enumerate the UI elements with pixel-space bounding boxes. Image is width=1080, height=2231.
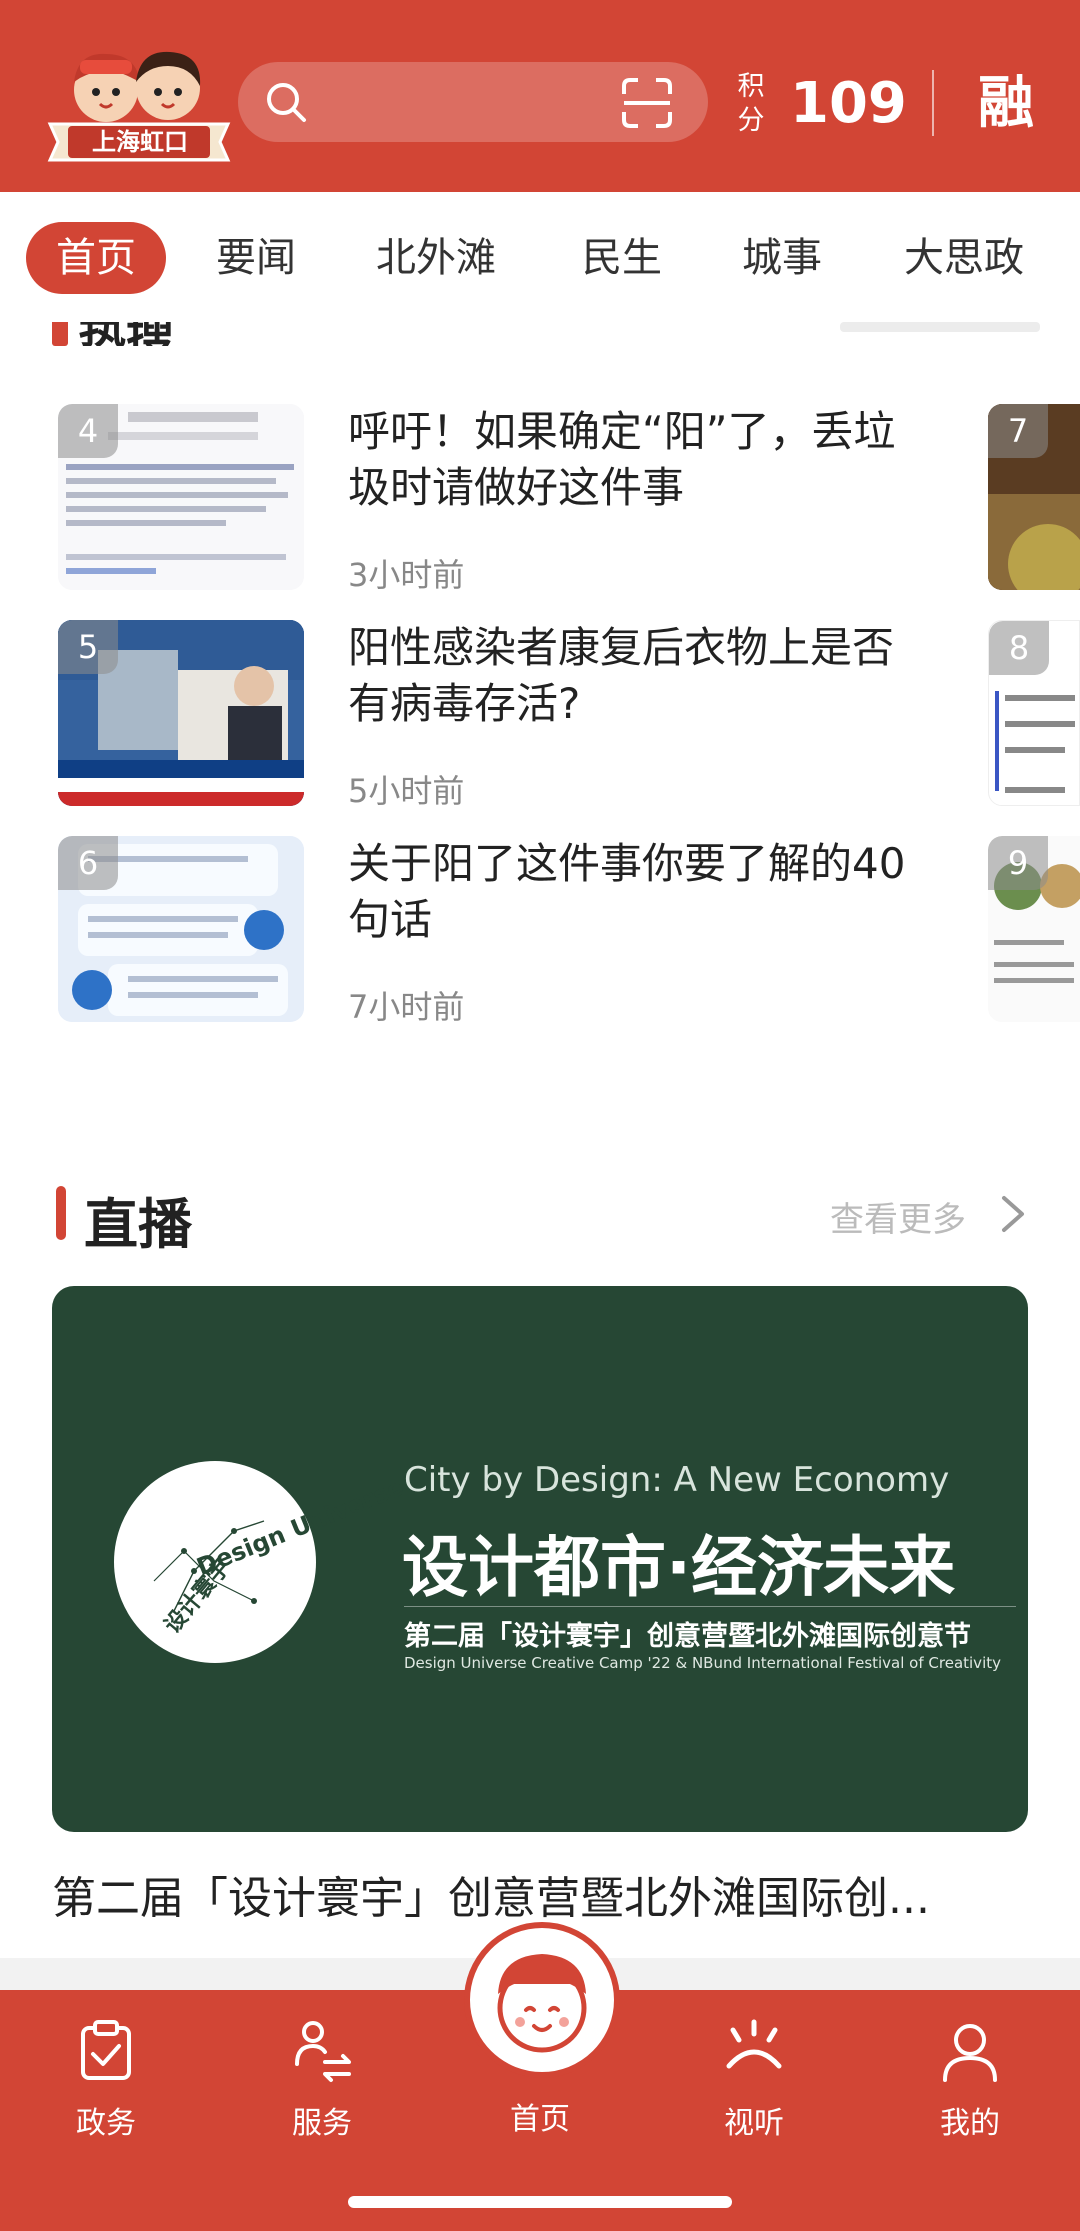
app-header: 上海虹口 积分 109 融	[0, 0, 1080, 192]
card-cn-subtitle: 第二届「设计寰宇」创意营暨北外滩国际创意节	[404, 1621, 971, 1652]
search-icon	[267, 83, 306, 122]
news-title: 关于阳了这件事你要了解的40句话	[348, 839, 906, 944]
card-en-subtitle: Design Universe Creative Camp '22 & NBun…	[404, 1654, 1001, 1672]
channel-tabs: 首页 要闻 北外滩 民生 城事 大思政	[0, 192, 1080, 322]
hot-section-title: 热搜	[78, 322, 174, 346]
live-more-link[interactable]: 查看更多	[830, 1192, 966, 1241]
scan-icon[interactable]	[620, 76, 674, 130]
news-thumbnail: 6	[58, 836, 304, 1022]
mascot-icon	[476, 1934, 608, 2066]
news-time: 5小时前	[348, 772, 465, 810]
hot-more-link[interactable]	[840, 322, 1040, 332]
rong-button[interactable]: 融	[978, 70, 1034, 138]
tab-news[interactable]: 要闻	[216, 222, 296, 294]
home-indicator[interactable]	[348, 2196, 732, 2208]
card-cn-title: 设计都市·经济未来	[402, 1529, 956, 1606]
header-divider	[932, 70, 934, 136]
nav-government[interactable]: 政务	[36, 2018, 176, 2148]
tab-north-bund[interactable]: 北外滩	[376, 222, 496, 294]
side-news-thumbnail[interactable]: 8	[988, 620, 1080, 806]
news-title: 阳性感染者康复后衣物上是否有病毒存活?	[348, 623, 895, 728]
logo-text: 上海虹口	[92, 128, 188, 156]
nav-label: 服务	[292, 2106, 352, 2141]
hongkou-logo[interactable]: 上海虹口	[44, 42, 234, 164]
live-section-title: 直播	[84, 1193, 192, 1256]
rank-badge: 7	[988, 404, 1048, 458]
points-label: 积分	[737, 71, 765, 136]
news-title: 呼吁！如果确定“阳”了，丢垃圾时请做好这件事	[348, 407, 896, 512]
nav-home-button[interactable]	[464, 1922, 620, 2078]
clipboard-check-icon	[81, 2020, 131, 2080]
section-marker	[56, 1186, 66, 1240]
card-divider	[404, 1606, 1016, 1607]
tab-ideology[interactable]: 大思政	[904, 222, 1024, 294]
user-icon	[943, 2024, 997, 2082]
chevron-right-icon[interactable]	[998, 1194, 1028, 1234]
nav-label-home[interactable]: 首页	[490, 2094, 590, 2138]
rank-badge: 4	[58, 404, 118, 458]
nav-label: 我的	[940, 2106, 1000, 2141]
tab-livelihood[interactable]: 民生	[582, 222, 662, 294]
search-bar[interactable]	[238, 62, 708, 142]
side-news-thumbnail[interactable]: 9	[988, 836, 1080, 1022]
nav-audiovisual[interactable]: 视听	[684, 2018, 824, 2148]
news-thumbnail: 5	[58, 620, 304, 806]
news-thumbnail: 4	[58, 404, 304, 590]
news-item[interactable]: 5 阳性感染者康复后衣物上是否有病毒存活? 5小时前	[58, 620, 918, 810]
design-universe-badge: Design Universe 设计寰宇	[114, 1461, 408, 1663]
side-news-thumbnail[interactable]: 7	[988, 404, 1080, 590]
rank-badge: 8	[989, 621, 1049, 675]
news-time: 7小时前	[348, 988, 465, 1026]
nav-label: 视听	[724, 2106, 784, 2141]
broadcast-icon	[726, 2019, 782, 2069]
card-en-title: City by Design: A New Economy	[404, 1460, 950, 1500]
news-time: 3小时前	[348, 556, 465, 594]
tab-city[interactable]: 城事	[742, 222, 822, 294]
section-marker	[52, 322, 68, 346]
rank-badge: 5	[58, 620, 118, 674]
rank-badge: 6	[58, 836, 118, 890]
service-icon	[295, 2021, 351, 2082]
rank-badge: 9	[988, 836, 1048, 890]
news-item[interactable]: 6 关于阳了这件事你要了解的40句话 7小时前	[58, 836, 918, 1026]
news-item[interactable]: 4 呼吁！如果确定“阳”了，丢垃圾时请做好这件事 3小时前	[58, 404, 918, 594]
points-value[interactable]: 109	[790, 70, 907, 138]
nav-label: 政务	[76, 2106, 136, 2141]
nav-profile[interactable]: 我的	[900, 2018, 1040, 2148]
live-card[interactable]: Design Universe 设计寰宇 City by Design: A N…	[52, 1286, 1028, 1832]
nav-service[interactable]: 服务	[252, 2018, 392, 2148]
tab-home[interactable]: 首页	[26, 222, 166, 294]
live-caption[interactable]: 第二届「设计寰宇」创意营暨北外滩国际创...	[52, 1862, 1012, 1926]
